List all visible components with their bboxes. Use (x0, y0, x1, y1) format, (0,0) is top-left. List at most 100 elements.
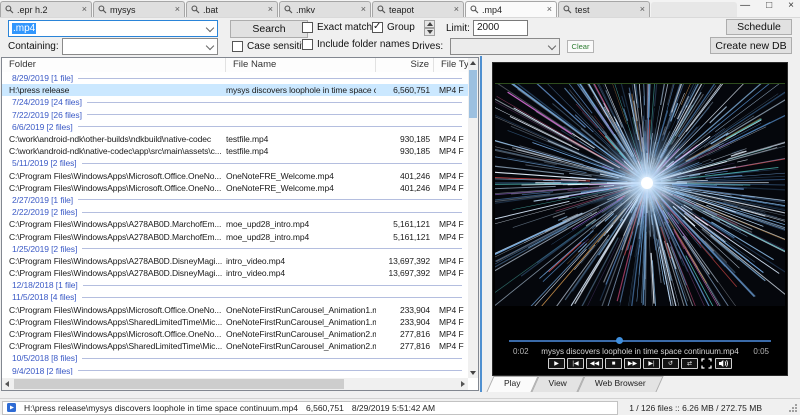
close-tab-icon[interactable]: × (637, 5, 645, 14)
spinner-down-button[interactable] (424, 28, 435, 36)
video-title: mysys discovers loophole in time space c… (523, 347, 757, 356)
close-tab-icon[interactable]: × (544, 5, 552, 14)
group-row[interactable]: 10/5/2018 [8 files] (2, 352, 468, 364)
stop-icon[interactable]: ■ (605, 358, 622, 369)
vertical-scrollbar[interactable] (468, 58, 478, 378)
column-header-folder[interactable]: Folder (2, 58, 226, 72)
vertical-scrollbar-thumb[interactable] (469, 70, 477, 118)
spinner-up-button[interactable] (424, 20, 435, 28)
case-sensitive-checkbox[interactable]: Case sensitive (232, 41, 312, 52)
include-folder-names-checkbox[interactable]: Include folder names (302, 39, 410, 50)
search-tab-test[interactable]: test× (558, 1, 650, 17)
close-tab-icon[interactable]: × (265, 5, 273, 14)
cell-type: MP4 F (434, 329, 468, 339)
video-frame[interactable] (495, 83, 785, 306)
minimize-icon[interactable]: — (740, 0, 750, 11)
table-row[interactable]: C:\Program Files\WindowsApps\A278AB0D.Di… (2, 255, 468, 267)
group-row[interactable]: 9/4/2018 [2 files] (2, 365, 468, 376)
search-tab--mp4[interactable]: .mp4× (465, 1, 557, 17)
search-icon (377, 5, 386, 14)
close-tab-icon[interactable]: × (451, 5, 459, 14)
checkbox-icon[interactable] (372, 22, 383, 33)
search-tab--epr-h-2[interactable]: .epr h.2× (0, 1, 92, 17)
search-button[interactable]: Search (230, 20, 308, 38)
chevron-down-icon[interactable] (548, 41, 556, 49)
preview-tab-view[interactable]: View (535, 376, 581, 392)
search-tab--mkv[interactable]: .mkv× (279, 1, 371, 17)
seek-bar[interactable] (509, 337, 771, 344)
group-row[interactable]: 2/27/2019 [1 file] (2, 194, 468, 206)
group-row[interactable]: 1/25/2019 [2 files] (2, 243, 468, 255)
clear-button[interactable]: Clear (567, 40, 594, 53)
cell-folder: C:\Program Files\WindowsApps\A278AB0D.Di… (2, 268, 226, 278)
table-row[interactable]: C:\Program Files\WindowsApps\Microsoft.O… (2, 328, 468, 340)
column-header-size[interactable]: Size (376, 58, 434, 72)
seek-thumb[interactable] (616, 337, 623, 344)
preview-tab-web-browser[interactable]: Web Browser (581, 376, 660, 392)
scroll-up-icon[interactable] (468, 58, 478, 68)
group-row[interactable]: 2/22/2019 [2 files] (2, 206, 468, 218)
checkbox-icon[interactable] (302, 39, 313, 50)
table-row[interactable]: C:\Program Files\WindowsApps\A278AB0D.Ma… (2, 230, 468, 242)
scroll-down-icon[interactable] (468, 368, 478, 378)
table-row[interactable]: C:\Program Files\WindowsApps\SharedLimit… (2, 340, 468, 352)
scroll-right-icon[interactable] (458, 381, 468, 387)
checkbox-icon[interactable] (302, 22, 313, 33)
exact-match-checkbox[interactable]: Exact match (302, 22, 372, 33)
table-row[interactable]: C:\Program Files\WindowsApps\Microsoft.O… (2, 304, 468, 316)
group-row[interactable]: 8/29/2019 [1 file] (2, 72, 468, 84)
scroll-left-icon[interactable] (2, 381, 12, 387)
group-row[interactable]: 7/22/2019 [26 files] (2, 109, 468, 121)
group-row[interactable]: 6/6/2019 [2 files] (2, 121, 468, 133)
forward-icon[interactable]: ▶▶ (624, 358, 641, 369)
schedule-button[interactable]: Schedule (726, 19, 792, 35)
status-summary: 1 / 126 files :: 6.26 MB / 272.75 MB (629, 403, 762, 413)
chevron-down-icon[interactable] (206, 41, 214, 49)
prev-icon[interactable]: |◀ (567, 358, 584, 369)
fullscreen-icon[interactable] (700, 358, 713, 369)
chevron-down-icon[interactable] (206, 23, 214, 31)
resize-grip-icon[interactable] (788, 403, 797, 412)
cell-size: 401,246 (376, 183, 434, 193)
search-input[interactable]: .mp4 (8, 20, 218, 37)
rewind-icon[interactable]: ◀◀ (586, 358, 603, 369)
horizontal-scrollbar-thumb[interactable] (14, 379, 344, 389)
cell-type: MP4 F (434, 85, 468, 95)
close-tab-icon[interactable]: × (358, 5, 366, 14)
loop-icon[interactable]: ↺ (662, 358, 679, 369)
table-row[interactable]: H:\press releasemysys discovers loophole… (2, 84, 468, 96)
maximize-icon[interactable]: □ (766, 0, 772, 11)
group-row[interactable]: 5/11/2019 [2 files] (2, 157, 468, 169)
play-icon[interactable]: ▶ (548, 358, 565, 369)
search-tab-mysys[interactable]: mysys× (93, 1, 185, 17)
seek-track[interactable] (509, 340, 771, 342)
volume-icon[interactable] (715, 358, 732, 369)
group-row[interactable]: 7/24/2019 [24 files] (2, 96, 468, 108)
next-icon[interactable]: ▶| (643, 358, 660, 369)
drives-select[interactable] (450, 38, 560, 55)
checkbox-icon[interactable] (232, 41, 243, 52)
table-row[interactable]: C:\Program Files\WindowsApps\Microsoft.O… (2, 170, 468, 182)
table-row[interactable]: C:\Program Files\WindowsApps\A278AB0D.Ma… (2, 218, 468, 230)
table-row[interactable]: C:\work\android-ndk\other-builds\ndkbuil… (2, 133, 468, 145)
table-row[interactable]: C:\Program Files\WindowsApps\SharedLimit… (2, 316, 468, 328)
search-tab--bat[interactable]: .bat× (186, 1, 278, 17)
close-icon[interactable]: × (788, 0, 794, 11)
cell-type: MP4 F (434, 268, 468, 278)
table-row[interactable]: C:\Program Files\WindowsApps\A278AB0D.Di… (2, 267, 468, 279)
table-row[interactable]: C:\work\android-ndk\native-codec\app\src… (2, 145, 468, 157)
column-header-file-name[interactable]: File Name (226, 58, 376, 72)
table-row[interactable]: C:\Program Files\WindowsApps\Microsoft.O… (2, 182, 468, 194)
shuffle-icon[interactable]: ⇄ (681, 358, 698, 369)
create-new-db-button[interactable]: Create new DB (710, 37, 792, 54)
limit-input[interactable]: 2000 (473, 20, 528, 36)
group-checkbox[interactable]: Group (372, 22, 415, 33)
group-row[interactable]: 11/5/2018 [4 files] (2, 291, 468, 303)
preview-tab-play[interactable]: Play (490, 376, 535, 392)
horizontal-scrollbar[interactable] (2, 378, 468, 390)
containing-input[interactable] (62, 38, 218, 55)
group-row[interactable]: 12/18/2018 [1 file] (2, 279, 468, 291)
close-tab-icon[interactable]: × (79, 5, 87, 14)
close-tab-icon[interactable]: × (172, 5, 180, 14)
search-tab-teapot[interactable]: teapot× (372, 1, 464, 17)
